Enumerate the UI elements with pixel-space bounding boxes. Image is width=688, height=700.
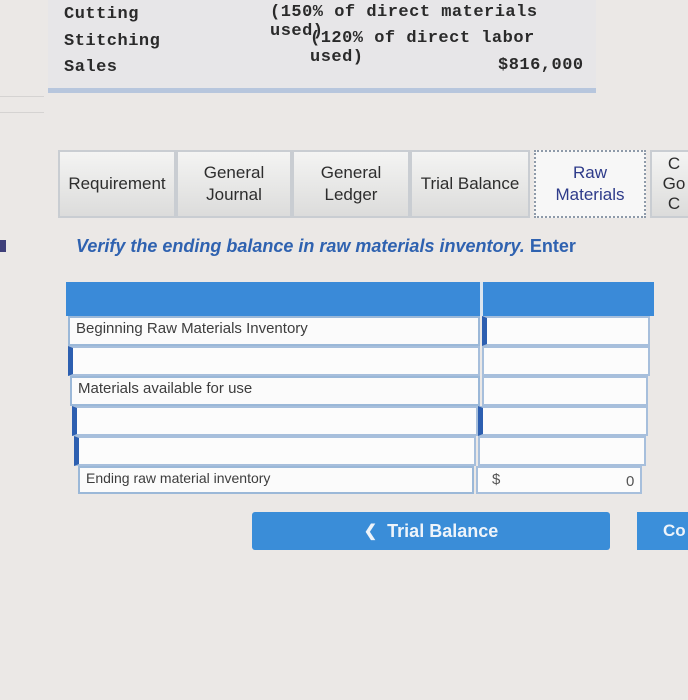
tab-label: Journal: [206, 185, 262, 204]
previous-trial-balance-button[interactable]: ❮ Trial Balance: [252, 512, 610, 550]
chevron-left-icon: ❮: [363, 523, 378, 540]
table-header-divider: [480, 282, 483, 316]
sales-label: Sales: [64, 58, 118, 77]
tab-label: C: [667, 194, 681, 213]
materials-available-input[interactable]: [482, 376, 648, 406]
next-button-label: Co: [663, 521, 686, 540]
row-label-input[interactable]: [74, 436, 476, 466]
problem-data-block: Cutting (150% of direct materials used) …: [48, 0, 596, 92]
divider: [0, 96, 44, 97]
instruction-text: Verify the ending balance in raw materia…: [76, 236, 576, 257]
tab-label: Trial Balance: [420, 174, 520, 193]
row-label-input[interactable]: [68, 346, 480, 376]
tab-trial-balance[interactable]: Trial Balance: [410, 150, 530, 218]
tab-general-ledger[interactable]: General Ledger: [292, 150, 410, 218]
tab-label: Requirement: [68, 174, 166, 193]
tab-raw-materials[interactable]: Raw Materials: [534, 150, 646, 218]
tab-label: Go: [662, 174, 686, 193]
row-label-input[interactable]: [72, 406, 478, 436]
instruction-main: Verify the ending balance in raw materia…: [76, 236, 525, 256]
stitching-label: Stitching: [64, 32, 161, 51]
divider: [0, 112, 44, 113]
tab-label: Materials: [555, 185, 625, 204]
table-header: [66, 282, 654, 316]
ending-inventory-value: 0: [626, 473, 635, 490]
row-label-beginning: Beginning Raw Materials Inventory: [68, 316, 480, 346]
ending-inventory-total: [476, 466, 642, 494]
page-edge-marker: [0, 240, 6, 252]
amount-input[interactable]: [478, 436, 646, 466]
tab-label: Raw: [572, 163, 607, 182]
divider: [48, 88, 596, 93]
tab-label: General: [203, 163, 265, 182]
amount-input[interactable]: [482, 346, 650, 376]
row-label-ending: Ending raw material inventory: [78, 466, 474, 494]
previous-button-label: Trial Balance: [387, 520, 499, 541]
tab-next-partial[interactable]: C Go C: [650, 150, 688, 218]
tab-general-journal[interactable]: General Journal: [176, 150, 292, 218]
tab-label: Ledger: [324, 185, 378, 204]
tab-label: C: [667, 154, 681, 173]
tab-requirement[interactable]: Requirement: [58, 150, 176, 218]
beginning-inventory-input[interactable]: [482, 316, 650, 346]
row-label-available: Materials available for use: [70, 376, 480, 406]
instruction-enter: Enter: [529, 236, 576, 256]
sales-value: $816,000: [498, 56, 584, 75]
currency-symbol: $: [492, 471, 501, 488]
tab-label: General: [320, 163, 382, 182]
next-button[interactable]: Co: [637, 512, 688, 550]
amount-input[interactable]: [478, 406, 648, 436]
cutting-label: Cutting: [64, 5, 139, 24]
